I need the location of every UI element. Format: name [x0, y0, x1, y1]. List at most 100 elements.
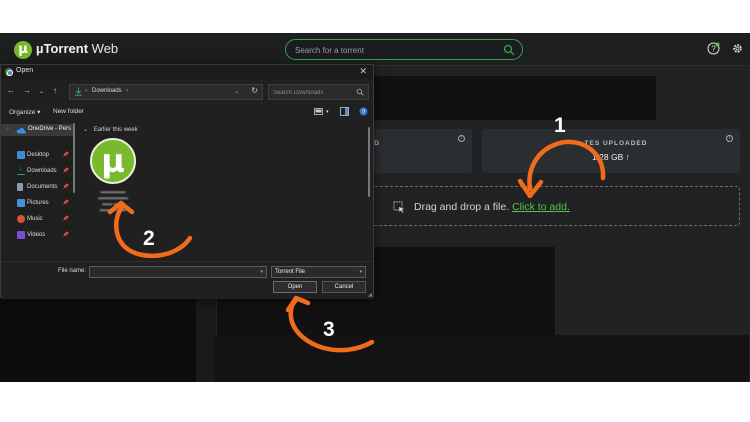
pin-icon: 📌	[62, 216, 69, 222]
file-list-scrollbar[interactable]	[368, 127, 370, 197]
sidebar-item-onedrive[interactable]: › OneDrive - Pers	[1, 124, 75, 136]
resize-grip-icon[interactable]: ◢	[368, 292, 372, 298]
music-icon	[17, 215, 25, 223]
sidebar-item-label: OneDrive - Pers	[28, 126, 72, 132]
sidebar-item-videos[interactable]: Videos 📌	[17, 230, 75, 242]
sidebar-item-desktop[interactable]: Desktop 📌	[17, 150, 75, 162]
sidebar-item-documents[interactable]: Documents 📌	[17, 182, 75, 194]
torrent-search[interactable]	[285, 39, 523, 60]
group-header-label: Earlier this week	[93, 127, 138, 133]
drop-zone-text: Drag and drop a file. Click to add.	[414, 201, 570, 213]
search-icon	[356, 88, 364, 96]
search-icon[interactable]	[503, 44, 515, 56]
up-icon[interactable]: ↑	[53, 86, 57, 95]
dialog-search-input[interactable]	[273, 88, 353, 98]
download-icon	[75, 87, 82, 96]
utorrent-file-icon: µ	[90, 138, 136, 184]
content-block-left	[0, 298, 196, 382]
address-text: Downloads	[92, 88, 122, 94]
open-file-dialog: Open ✕ ← → ⌄ ↑ › Downloads › ⌄ ↻ Search …	[0, 64, 374, 299]
forward-icon[interactable]: →	[23, 86, 31, 95]
new-folder-button[interactable]: New folder	[53, 108, 84, 115]
brand-name: µTorrent Web	[36, 41, 118, 56]
help-icon[interactable]: ?	[707, 42, 720, 55]
uploaded-card: TES UPLOADED 1.28 GB ↑ i	[482, 129, 740, 173]
gear-icon[interactable]	[731, 42, 744, 55]
address-bar[interactable]: › Downloads › ⌄ ↻	[69, 84, 263, 100]
desktop-icon	[17, 151, 25, 159]
close-icon[interactable]: ✕	[359, 66, 367, 77]
chevron-down-icon[interactable]: ⌄	[234, 88, 239, 95]
dialog-commandbar: Organize ▾ New folder ▾ ?	[1, 105, 373, 120]
drop-zone[interactable]: Drag and drop a file. Click to add.	[367, 186, 740, 226]
step-number-2: 2	[143, 227, 155, 250]
sidebar-item-label: Downloads	[27, 168, 57, 174]
open-button[interactable]: Open	[273, 281, 317, 293]
sidebar-item-label: Music	[27, 216, 43, 222]
uploaded-card-title: TES UPLOADED	[584, 140, 648, 147]
refresh-icon[interactable]: ↻	[251, 86, 258, 95]
brand-sub: Web	[91, 41, 119, 56]
help-icon[interactable]: ?	[359, 107, 368, 116]
pin-icon: 📌	[62, 184, 69, 190]
organize-button[interactable]: Organize ▾	[9, 108, 40, 116]
sidebar-item-label: Pictures	[27, 200, 49, 206]
file-icon-glyph: µ	[101, 142, 125, 180]
cancel-button[interactable]: Cancel	[322, 281, 366, 293]
view-options-icon[interactable]	[314, 107, 323, 116]
step-number-3: 3	[323, 318, 335, 341]
content-block-main-lower	[214, 335, 749, 382]
file-list: ⌄ Earlier this week µ ▬▬▬▬▬ ▬▬▬▬▬▬ ▬▬ ▬▬ ▬▬…	[79, 121, 373, 261]
breadcrumb-chevron-icon: ›	[126, 88, 128, 94]
sidebar-item-pictures[interactable]: Pictures 📌	[17, 198, 75, 210]
pin-icon: 📌	[62, 200, 69, 206]
group-header[interactable]: ⌄ Earlier this week	[83, 126, 138, 133]
sidebar-item-downloads[interactable]: ↓ Downloads 📌	[17, 165, 75, 178]
preview-pane-icon[interactable]	[340, 107, 349, 116]
dialog-titlebar: Open ✕	[1, 65, 373, 79]
videos-icon	[17, 231, 25, 239]
sidebar-item-label: Documents	[27, 184, 58, 190]
svg-text:?: ?	[362, 109, 366, 116]
sidebar-item-label: Desktop	[27, 152, 50, 158]
app-header: µ µTorrent Web ?	[0, 33, 750, 66]
chevron-right-icon[interactable]: ›	[7, 126, 9, 132]
file-name-field[interactable]: ▾	[89, 266, 267, 278]
chevron-down-icon[interactable]: ⌄	[83, 127, 88, 133]
info-icon[interactable]: i	[458, 135, 465, 142]
back-icon[interactable]: ←	[7, 86, 15, 95]
torrent-file-item[interactable]: µ ▬▬▬▬▬ ▬▬▬▬▬▬ ▬▬ ▬▬ ▬▬▬ ▬▬	[87, 138, 137, 216]
dialog-footer: File name: ▾ Torrent File ▾ Open Cancel …	[1, 261, 373, 299]
pin-icon: 📌	[62, 232, 69, 238]
chevron-down-icon[interactable]: ▾	[326, 109, 329, 115]
chevron-down-icon[interactable]: ⌄	[39, 88, 44, 95]
pin-icon: 📌	[62, 152, 69, 158]
sidebar-item-music[interactable]: Music 📌	[17, 214, 75, 226]
torrent-search-input[interactable]	[295, 43, 495, 57]
breadcrumb-chevron-icon: ›	[85, 88, 87, 94]
dialog-title: Open	[16, 67, 34, 74]
file-name-blurred: ▬▬▬▬▬ ▬▬▬▬▬▬ ▬▬ ▬▬ ▬▬▬ ▬▬	[98, 189, 128, 213]
navigation-pane: › OneDrive - Pers Desktop 📌 ↓ Downloads …	[1, 121, 77, 261]
sidebar-scrollbar[interactable]	[73, 123, 75, 193]
chevron-down-icon[interactable]: ▾	[260, 269, 263, 275]
info-icon[interactable]: i	[726, 135, 733, 142]
download-icon: ↓	[17, 165, 25, 175]
chrome-icon	[5, 68, 13, 76]
dialog-navbar: ← → ⌄ ↑ › Downloads › ⌄ ↻	[1, 83, 373, 101]
uploaded-value: 1.28 GB ↑	[592, 152, 630, 162]
documents-icon	[17, 183, 23, 191]
click-to-add-link[interactable]: Click to add.	[512, 201, 570, 213]
brand-main: µTorrent	[36, 41, 89, 56]
step-number-1: 1	[554, 114, 566, 137]
file-name-input[interactable]	[93, 268, 253, 277]
file-type-value: Torrent File	[275, 269, 306, 275]
cloud-icon	[16, 128, 26, 134]
file-type-select[interactable]: Torrent File ▾	[271, 266, 366, 278]
drop-zone-label: Drag and drop a file.	[414, 201, 510, 213]
chevron-down-icon: ▾	[359, 269, 362, 275]
pictures-icon	[17, 199, 25, 207]
dialog-search[interactable]	[268, 84, 369, 100]
pin-icon: 📌	[62, 168, 69, 174]
sidebar-item-label: Videos	[27, 232, 46, 238]
